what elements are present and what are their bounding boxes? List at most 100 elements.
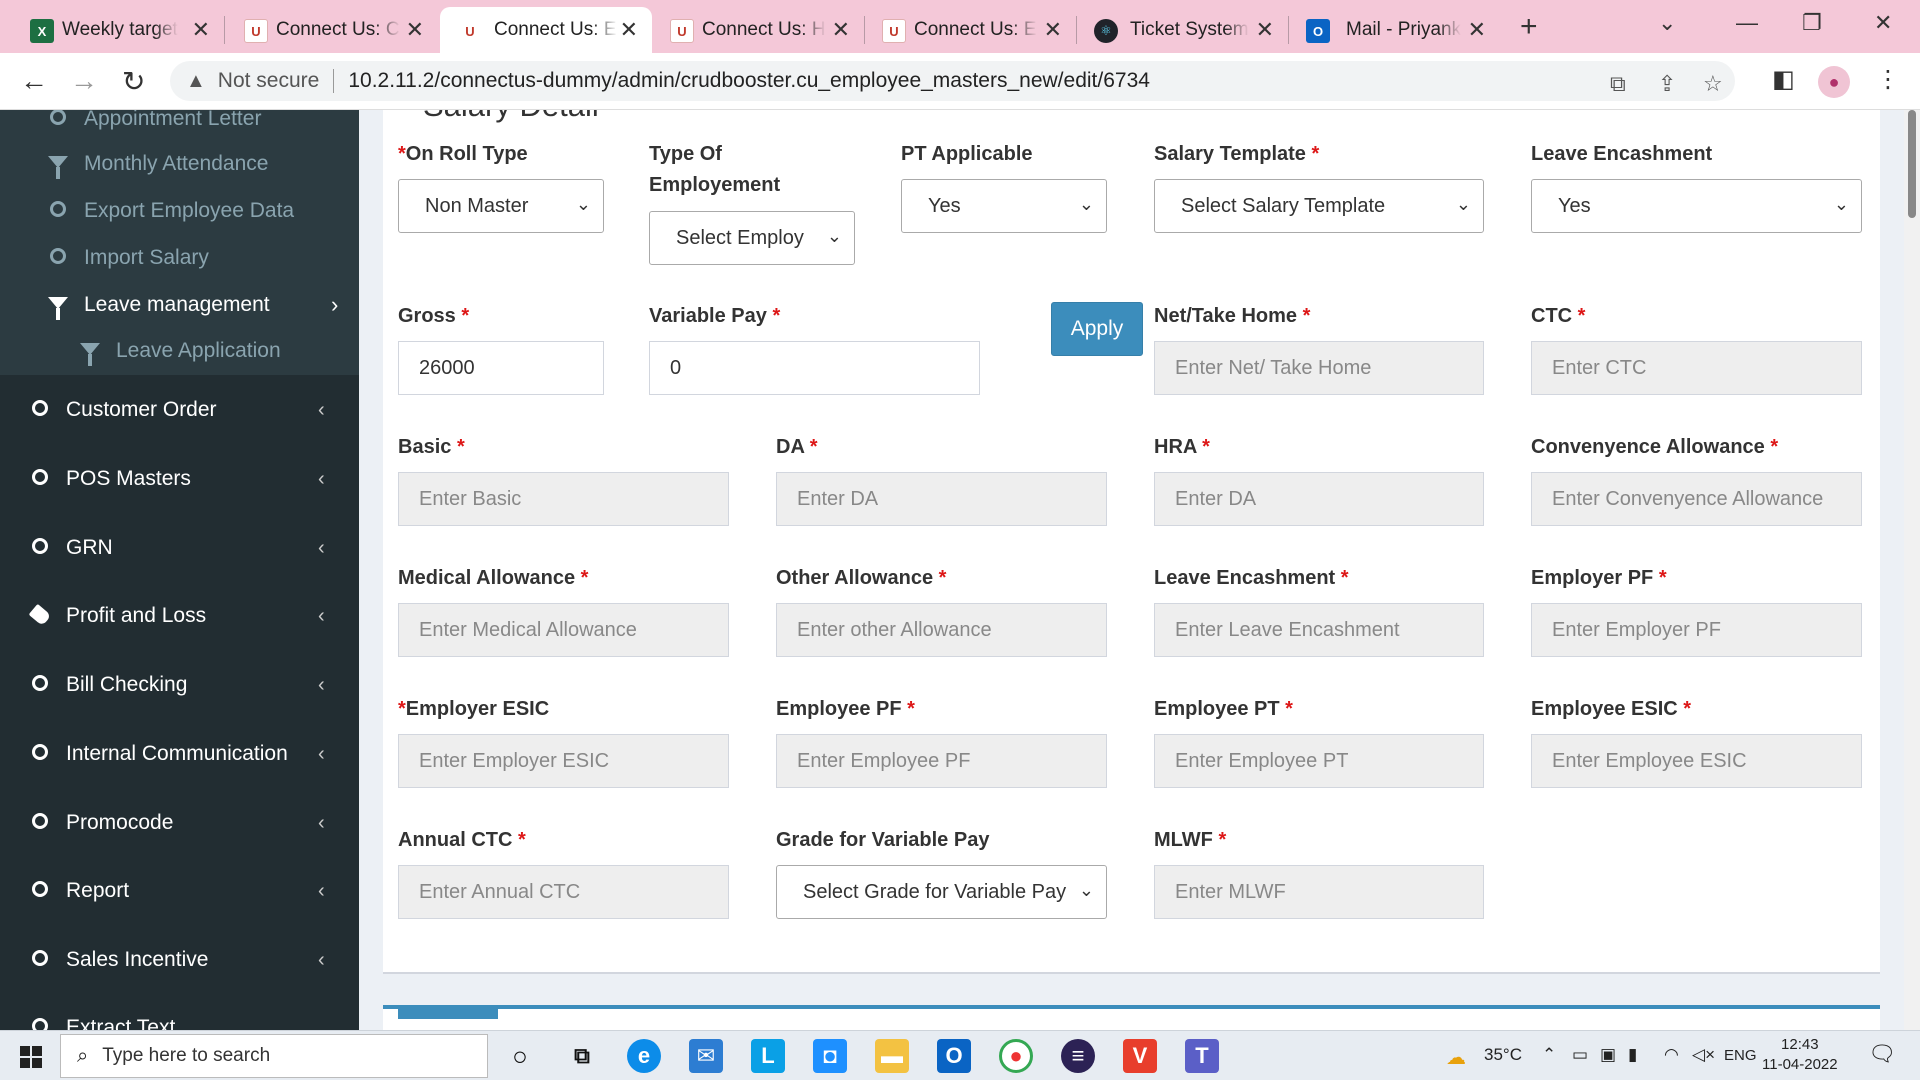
- app-v-icon[interactable]: V: [1123, 1039, 1157, 1073]
- app-icon[interactable]: ◘: [813, 1039, 847, 1073]
- close-tab-icon[interactable]: ✕: [1256, 17, 1274, 43]
- sidebar-item-leave-management[interactable]: Leave management ›: [46, 290, 338, 320]
- restore-icon[interactable]: ❐: [1802, 10, 1822, 36]
- close-tab-icon[interactable]: ✕: [620, 17, 638, 43]
- display-icon[interactable]: ▣: [1600, 1045, 1616, 1065]
- teams-icon[interactable]: T: [1185, 1039, 1219, 1073]
- edge-icon[interactable]: e: [627, 1039, 661, 1073]
- bookmark-star-icon[interactable]: ☆: [1703, 71, 1723, 97]
- lync-icon[interactable]: L: [751, 1039, 785, 1073]
- sidebar-item-grn[interactable]: GRN ‹: [0, 526, 359, 570]
- browser-tab-ticket-system[interactable]: ⚛ Ticket System ✕: [1094, 7, 1274, 53]
- variable-pay-input[interactable]: 0: [649, 341, 980, 395]
- warning-triangle-icon[interactable]: ▲: [186, 70, 206, 93]
- annual-ctc-input[interactable]: Enter Annual CTC: [398, 865, 729, 919]
- file-explorer-icon[interactable]: ▬: [875, 1039, 909, 1073]
- eclipse-icon[interactable]: ≡: [1061, 1039, 1095, 1073]
- next-panel-tab[interactable]: [398, 1009, 498, 1019]
- sidebar-item-profit-and-loss[interactable]: Profit and Loss ‹: [0, 594, 359, 638]
- gross-input[interactable]: 26000: [398, 341, 604, 395]
- close-tab-icon[interactable]: ✕: [192, 17, 210, 43]
- da-input[interactable]: Enter DA: [776, 472, 1107, 526]
- medical-allowance-input[interactable]: Enter Medical Allowance: [398, 603, 729, 657]
- browser-tab-connectus-active[interactable]: U Connect Us: E ✕: [440, 7, 652, 53]
- reload-icon[interactable]: ↻: [122, 65, 145, 98]
- forward-arrow-icon[interactable]: →: [70, 65, 98, 97]
- salary-template-select[interactable]: Select Salary Template ⌄: [1154, 179, 1484, 233]
- employee-pt-input[interactable]: Enter Employee PT: [1154, 734, 1484, 788]
- sidebar-item-customer-order[interactable]: Customer Order ‹: [0, 388, 359, 432]
- weather-icon[interactable]: ☁: [1446, 1045, 1466, 1070]
- page-scrollbar[interactable]: [1904, 110, 1920, 1030]
- address-bar[interactable]: ▲ Not secure 10.2.11.2/connectus-dummy/a…: [170, 61, 1735, 101]
- wifi-icon[interactable]: ◠: [1664, 1045, 1679, 1065]
- close-tab-icon[interactable]: ✕: [406, 17, 424, 43]
- outlook-icon[interactable]: O: [937, 1039, 971, 1073]
- mail-icon[interactable]: ✉: [689, 1039, 723, 1073]
- close-tab-icon[interactable]: ✕: [1468, 17, 1486, 43]
- employer-pf-input[interactable]: Enter Employer PF: [1531, 603, 1862, 657]
- browser-tab-connectus-1[interactable]: U Connect Us: C ✕: [244, 7, 424, 53]
- browser-tab-connectus-4[interactable]: U Connect Us: E ✕: [882, 7, 1062, 53]
- tab-search-chevron-icon[interactable]: ⌄: [1658, 10, 1676, 36]
- sidebar-item-import-salary[interactable]: Import Salary: [46, 243, 209, 273]
- translate-icon[interactable]: ⧉: [1610, 71, 1626, 97]
- clock[interactable]: 12:43 11-04-2022: [1762, 1035, 1838, 1075]
- tray-app-icon[interactable]: ▭: [1572, 1045, 1588, 1065]
- other-allowance-input[interactable]: Enter other Allowance: [776, 603, 1107, 657]
- employee-esic-input[interactable]: Enter Employee ESIC: [1531, 734, 1862, 788]
- type-of-employment-select[interactable]: Select Employ ⌄: [649, 211, 855, 265]
- on-roll-type-select[interactable]: Non Master ⌄: [398, 179, 604, 233]
- close-tab-icon[interactable]: ✕: [832, 17, 850, 43]
- url-text[interactable]: 10.2.11.2/connectus-dummy/admin/crudboos…: [348, 69, 1150, 93]
- sidebar-item-sales-incentive[interactable]: Sales Incentive ‹: [0, 938, 359, 982]
- pt-applicable-select[interactable]: Yes ⌄: [901, 179, 1107, 233]
- chevron-up-icon[interactable]: ⌃: [1542, 1045, 1556, 1065]
- sidebar-item-leave-application[interactable]: Leave Application: [78, 336, 281, 366]
- scrollbar-thumb[interactable]: [1908, 110, 1916, 218]
- close-tab-icon[interactable]: ✕: [1044, 17, 1062, 43]
- browser-tab-connectus-3[interactable]: U Connect Us: H ✕: [670, 7, 850, 53]
- security-status[interactable]: Not secure: [218, 69, 320, 93]
- sidebar-item-extract-text[interactable]: Extract Text: [0, 1006, 359, 1030]
- minimize-icon[interactable]: —: [1736, 10, 1758, 36]
- basic-input[interactable]: Enter Basic: [398, 472, 729, 526]
- sidebar-item-internal-communication[interactable]: Internal Communication ‹: [0, 732, 359, 776]
- language-indicator[interactable]: ENG: [1724, 1047, 1757, 1064]
- leave-encashment-select[interactable]: Yes ⌄: [1531, 179, 1862, 233]
- task-view-icon[interactable]: ⧉: [565, 1039, 599, 1073]
- sidebar-item-export-employee-data[interactable]: Export Employee Data: [46, 196, 294, 226]
- sidebar-item-promocode[interactable]: Promocode ‹: [0, 801, 359, 845]
- sidebar-item-report[interactable]: Report ‹: [0, 869, 359, 913]
- grade-variable-pay-select[interactable]: Select Grade for Variable Pay ⌄: [776, 865, 1107, 919]
- chrome-icon[interactable]: ●: [999, 1039, 1033, 1073]
- employee-pf-input[interactable]: Enter Employee PF: [776, 734, 1107, 788]
- leave-encashment-input[interactable]: Enter Leave Encashment: [1154, 603, 1484, 657]
- volume-muted-icon[interactable]: ◁×: [1692, 1045, 1715, 1065]
- net-take-home-input[interactable]: Enter Net/ Take Home: [1154, 341, 1484, 395]
- windows-start-icon[interactable]: [20, 1046, 42, 1068]
- mlwf-input[interactable]: Enter MLWF: [1154, 865, 1484, 919]
- weather-temperature[interactable]: 35°C: [1484, 1045, 1522, 1065]
- notification-center-icon[interactable]: 🗨: [1868, 1041, 1896, 1067]
- sidebar-item-monthly-attendance[interactable]: Monthly Attendance: [46, 149, 268, 179]
- close-window-icon[interactable]: ✕: [1874, 10, 1892, 36]
- employer-esic-input[interactable]: Enter Employer ESIC: [398, 734, 729, 788]
- sidebar-item-appointment-letter[interactable]: Appointment Letter: [46, 110, 261, 134]
- share-icon[interactable]: ⇪: [1658, 71, 1676, 97]
- ctc-input[interactable]: Enter CTC: [1531, 341, 1862, 395]
- menu-kebab-icon[interactable]: ⋮: [1876, 65, 1900, 94]
- cortana-icon[interactable]: ○: [503, 1039, 537, 1073]
- battery-icon[interactable]: ▮: [1628, 1045, 1637, 1065]
- apply-button[interactable]: Apply: [1051, 302, 1143, 356]
- convenyence-allowance-input[interactable]: Enter Convenyence Allowance: [1531, 472, 1862, 526]
- sidebar-item-pos-masters[interactable]: POS Masters ‹: [0, 457, 359, 501]
- new-tab-icon[interactable]: +: [1520, 10, 1538, 44]
- taskbar-search-box[interactable]: ⌕ Type here to search: [60, 1034, 488, 1078]
- hra-input[interactable]: Enter DA: [1154, 472, 1484, 526]
- side-panel-icon[interactable]: ◧: [1772, 65, 1795, 94]
- back-arrow-icon[interactable]: ←: [20, 65, 48, 97]
- profile-avatar-icon[interactable]: ●: [1818, 66, 1850, 98]
- browser-tab-mail[interactable]: O Mail - Priyank ✕: [1306, 7, 1486, 53]
- sidebar-item-bill-checking[interactable]: Bill Checking ‹: [0, 663, 359, 707]
